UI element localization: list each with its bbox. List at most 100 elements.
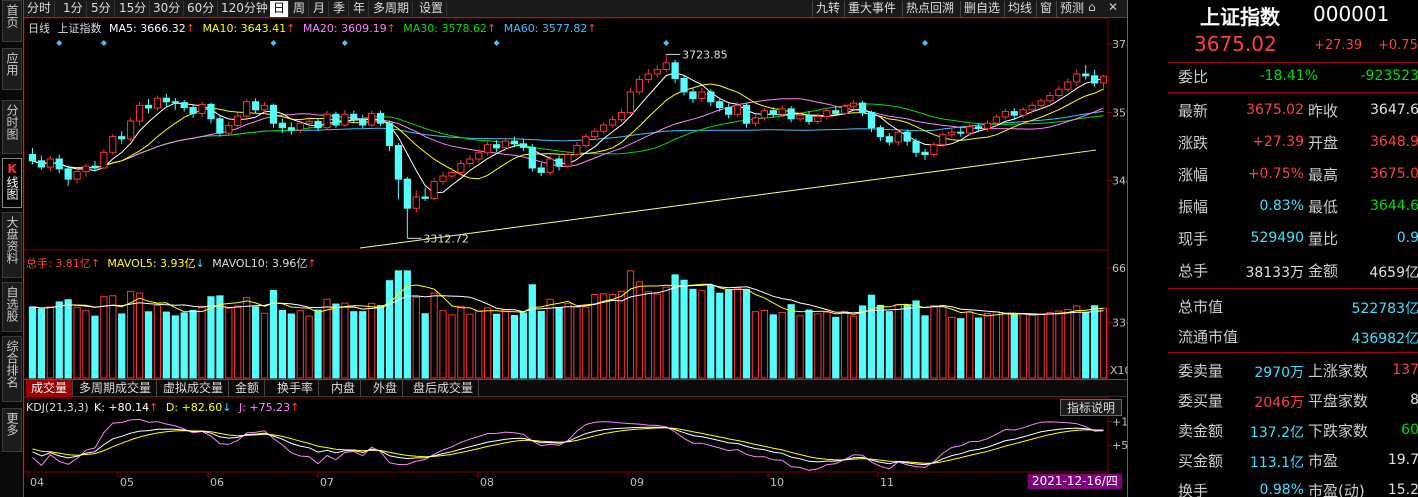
period-button[interactable]: 120分钟 (218, 1, 272, 17)
toolbar-right-button[interactable]: 预测 (1056, 1, 1087, 17)
nav-market-info[interactable]: 大盘资料 (2, 212, 22, 278)
toolbar-right-button[interactable]: 删自选 (960, 1, 1003, 17)
event-marker-icon[interactable] (56, 40, 63, 46)
candle-body (1099, 75, 1108, 84)
quote-label: 总市值 (1178, 298, 1224, 316)
period-button[interactable]: 5分 (88, 1, 115, 17)
quote-row: 涨跌 +27.39 开盘 3648.9 (1128, 128, 1418, 158)
event-marker-icon[interactable] (663, 40, 670, 46)
candle-body (278, 122, 287, 129)
indicator-help-button[interactable]: 指标说明 (1060, 399, 1123, 416)
quote-value: 3647.6 (1370, 102, 1418, 118)
period-button[interactable]: 15分 (116, 1, 151, 17)
indicator-tab[interactable]: 外盘 (368, 380, 404, 397)
toolbar-right-button[interactable]: 窗 (1036, 1, 1055, 17)
indicator-tab[interactable]: 换手率 (272, 380, 320, 397)
indicator-tab[interactable]: 成交量 (26, 380, 74, 397)
time-axis-label: 06 (210, 476, 224, 489)
nav-watchlist[interactable]: 自选股 (2, 282, 22, 332)
period-button[interactable]: 分时 (24, 1, 56, 17)
candle-body (127, 120, 135, 140)
indicator-tab[interactable]: 内盘 (326, 380, 362, 397)
indicator-tab[interactable]: 虚拟成交量 (158, 380, 230, 397)
chart-area[interactable]: 3747 3594 3442 3723.85 3312.72 6673 3368 X10 +10… (23, 17, 1153, 497)
volume-bar (823, 311, 831, 379)
period-button[interactable]: 季 (330, 1, 350, 17)
event-marker-icon[interactable] (922, 40, 929, 46)
indicator-tab[interactable]: 金额 (230, 380, 266, 397)
candle-body (350, 113, 358, 121)
time-axis-label: 09 (630, 476, 644, 489)
time-axis-label: 08 (480, 476, 494, 489)
volume-bar (832, 316, 840, 379)
lock-icon[interactable]: ⌂ (1088, 0, 1096, 14)
volume-bar (421, 313, 429, 379)
candle-body (849, 102, 858, 107)
nav-kline[interactable]: K 线图 (2, 158, 22, 208)
quote-row: 最新 3675.02 昨收 3647.6 (1128, 96, 1418, 126)
period-button[interactable]: 1分 (60, 1, 87, 17)
candle-body (466, 158, 474, 164)
quote-row: 委买量 2046万 平盘家数 8 (1128, 386, 1418, 416)
quote-label: 开盘 (1308, 134, 1339, 152)
quote-value: 529490 (1250, 230, 1304, 246)
quote-label: 最新 (1178, 102, 1209, 120)
quote-label: 现手 (1178, 230, 1209, 248)
event-marker-icon[interactable] (341, 40, 348, 46)
candle-body (528, 146, 536, 169)
volume-bar (814, 313, 822, 379)
event-marker-icon[interactable] (270, 40, 277, 46)
period-button[interactable]: 多周期 (370, 1, 414, 17)
period-button[interactable]: 60分 (184, 1, 219, 17)
event-marker-icon[interactable] (100, 40, 107, 46)
toolbar-right-button[interactable]: 重大事件 (844, 1, 899, 17)
period-button[interactable]: 日 (270, 1, 290, 17)
volume-bar (368, 302, 376, 379)
quote-value: 0.83% (1259, 198, 1304, 214)
trend-line (359, 149, 1097, 249)
volume-bar (1028, 314, 1036, 379)
toolbar-right-button[interactable]: 热点回溯 (902, 1, 957, 17)
quote-label: 量比 (1308, 230, 1339, 248)
nav-ranking[interactable]: 综合排名 (2, 336, 22, 402)
indicator-tab[interactable]: 多周期成交量 (74, 380, 158, 397)
volume-bar (109, 295, 117, 379)
period-button[interactable]: 年 (350, 1, 370, 17)
candle-body (376, 112, 385, 124)
quote-label: 涨幅 (1178, 166, 1209, 184)
volume-bar (1099, 307, 1108, 379)
event-marker-icon[interactable] (493, 40, 500, 46)
kdj-d-value: D: +82.60 (165, 401, 223, 414)
nav-home[interactable]: 首页 (2, 0, 22, 42)
indicator-tab[interactable]: 盘后成交量 (408, 380, 480, 397)
nav-timeshare[interactable]: 分时图 (2, 100, 22, 154)
candle-body (225, 124, 233, 134)
candle-body (457, 162, 465, 173)
period-button[interactable]: 设置 (416, 1, 448, 17)
volume-bar (974, 317, 983, 379)
volume-bar (671, 274, 679, 379)
quote-value: 522783亿 (1351, 301, 1418, 317)
candle-body (153, 97, 162, 109)
period-button[interactable]: 月 (310, 1, 330, 17)
volume-bar (314, 309, 322, 379)
quote-label: 市盈 (1308, 452, 1339, 470)
toolbar-right-button[interactable]: 均线 (1004, 1, 1035, 17)
volume-bar (689, 288, 697, 379)
volume-bar (983, 313, 992, 379)
left-nav: 首页 应用 分时图 K 线图 大盘资料 自选股 综合排名 更多 (0, 0, 24, 497)
volume-bar (725, 289, 733, 379)
period-button[interactable]: 周 (290, 1, 310, 17)
mavol10-value: MAVOL10: 3.96亿 (212, 257, 308, 270)
volume-bar (492, 313, 501, 379)
nav-more[interactable]: 更多 (2, 408, 22, 452)
period-button[interactable]: 30分 (150, 1, 185, 17)
nav-apps[interactable]: 应用 (2, 48, 22, 90)
close-icon[interactable]: ✕ (1108, 0, 1118, 14)
candle-body (296, 122, 304, 131)
volume-bar (966, 311, 974, 379)
toolbar-right-button[interactable]: 九转 (812, 1, 843, 17)
quote-value: 2046万 (1254, 395, 1304, 411)
candle-body (733, 104, 742, 115)
candle-body (1082, 73, 1090, 77)
